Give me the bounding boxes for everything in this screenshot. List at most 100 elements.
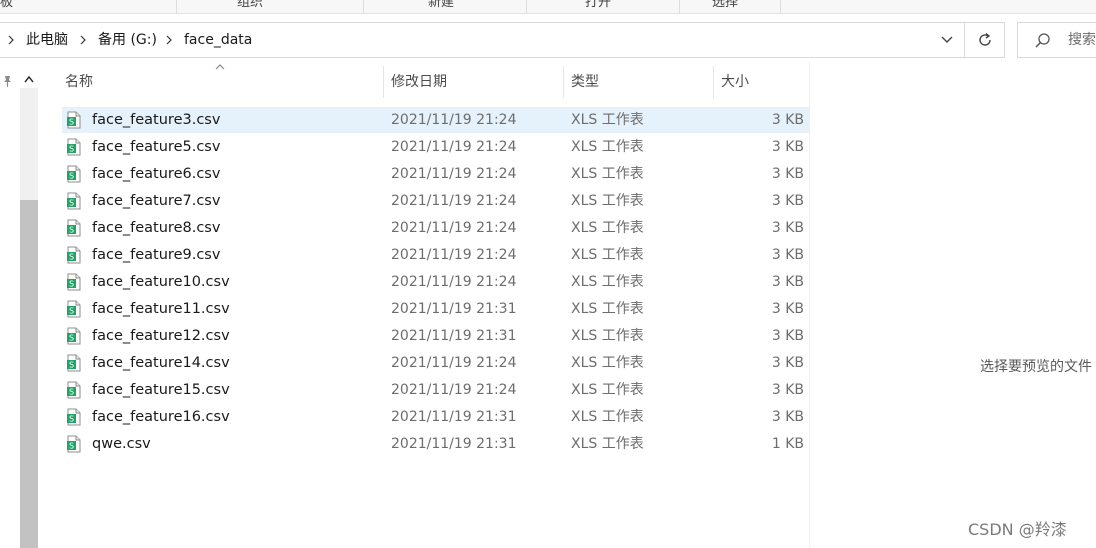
file-size: 3 KB <box>771 220 804 236</box>
ribbon-item-select[interactable]: 选择 <box>712 0 738 12</box>
file-size: 3 KB <box>771 139 804 155</box>
file-row[interactable]: Sface_feature3.csv 2021/11/19 21:24 XLS 工作… <box>62 107 810 133</box>
file-type: XLS 工作表 <box>571 166 644 182</box>
file-modified-date: 2021/11/19 21:31 <box>391 409 517 425</box>
svg-text:S: S <box>69 442 74 451</box>
column-header-name[interactable]: 名称 <box>65 62 383 98</box>
csv-spreadsheet-icon: S <box>66 165 82 183</box>
file-name: face_feature10.csv <box>92 274 230 290</box>
file-row[interactable]: Sface_feature8.csv 2021/11/19 21:24 XLS 工作… <box>62 215 810 241</box>
svg-text:S: S <box>69 388 74 397</box>
file-row[interactable]: Sface_feature6.csv 2021/11/19 21:24 XLS 工作… <box>62 161 810 187</box>
file-size: 3 KB <box>771 247 804 263</box>
ribbon-divider <box>679 0 680 13</box>
file-name: face_feature12.csv <box>92 328 230 344</box>
file-modified-date: 2021/11/19 21:24 <box>391 274 517 290</box>
column-header-size[interactable]: 大小 <box>721 62 807 98</box>
ribbon-item-board[interactable]: 板 <box>0 0 13 12</box>
file-row[interactable]: Sface_feature11.csv 2021/11/19 21:31 XLS 工… <box>62 296 810 322</box>
file-row[interactable]: Sface_feature12.csv 2021/11/19 21:31 XLS 工… <box>62 323 810 349</box>
column-divider[interactable] <box>383 66 384 98</box>
navigation-pane <box>0 62 40 548</box>
column-divider[interactable] <box>563 66 564 98</box>
scroll-up-button[interactable] <box>20 70 38 88</box>
file-type: XLS 工作表 <box>571 112 644 128</box>
file-type: XLS 工作表 <box>571 247 644 263</box>
file-type: XLS 工作表 <box>571 409 644 425</box>
file-modified-date: 2021/11/19 21:24 <box>391 382 517 398</box>
svg-text:S: S <box>69 280 74 289</box>
file-name: face_feature11.csv <box>92 301 230 317</box>
svg-text:S: S <box>69 172 74 181</box>
file-row[interactable]: Sface_feature7.csv 2021/11/19 21:24 XLS 工作… <box>62 188 810 214</box>
file-size: 3 KB <box>771 193 804 209</box>
csv-spreadsheet-icon: S <box>66 138 82 156</box>
column-divider[interactable] <box>713 66 714 98</box>
svg-text:S: S <box>69 226 74 235</box>
watermark: CSDN @羚漆 <box>968 520 1067 539</box>
ribbon-item-organize[interactable]: 组织 <box>237 0 263 12</box>
breadcrumb-face-data[interactable]: face_data <box>184 31 252 49</box>
file-row[interactable]: Sface_feature15.csv 2021/11/19 21:24 XLS 工… <box>62 377 810 403</box>
csv-spreadsheet-icon: S <box>66 435 82 453</box>
file-type: XLS 工作表 <box>571 301 644 317</box>
file-name: face_feature15.csv <box>92 382 230 398</box>
file-modified-date: 2021/11/19 21:24 <box>391 247 517 263</box>
file-row[interactable]: Sface_feature10.csv 2021/11/19 21:24 XLS 工… <box>62 269 810 295</box>
file-type: XLS 工作表 <box>571 436 644 452</box>
csv-spreadsheet-icon: S <box>66 192 82 210</box>
ribbon: 板 组织 新建 打开 选择 <box>0 0 1096 14</box>
ribbon-divider <box>526 0 527 13</box>
chevron-right-icon[interactable] <box>76 32 90 48</box>
pin-icon[interactable] <box>1 74 13 88</box>
file-type: XLS 工作表 <box>571 274 644 290</box>
address-bar[interactable]: 此电脑 备用 (G:) face_data <box>0 22 1005 58</box>
file-type: XLS 工作表 <box>571 355 644 371</box>
csv-spreadsheet-icon: S <box>66 273 82 291</box>
ribbon-divider <box>780 0 781 13</box>
csv-spreadsheet-icon: S <box>66 381 82 399</box>
chevron-right-icon[interactable] <box>162 32 176 48</box>
chevron-down-icon <box>941 36 953 43</box>
ribbon-item-open[interactable]: 打开 <box>585 0 611 12</box>
file-row[interactable]: Sface_feature16.csv 2021/11/19 21:31 XLS 工… <box>62 404 810 430</box>
file-row[interactable]: Sface_feature14.csv 2021/11/19 21:24 XLS 工… <box>62 350 810 376</box>
breadcrumb-drive-g[interactable]: 备用 (G:) <box>98 31 157 49</box>
file-row[interactable]: Sface_feature5.csv 2021/11/19 21:24 XLS 工作… <box>62 134 810 160</box>
csv-spreadsheet-icon: S <box>66 354 82 372</box>
scrollbar-thumb[interactable] <box>20 200 38 548</box>
preview-pane: 选择要预览的文件 CSDN @羚漆 <box>811 62 1096 548</box>
file-row[interactable]: Sface_feature9.csv 2021/11/19 21:24 XLS 工作… <box>62 242 810 268</box>
file-name: face_feature3.csv <box>92 112 221 128</box>
address-history-dropdown[interactable] <box>930 23 964 57</box>
chevron-right-icon[interactable] <box>4 32 18 48</box>
csv-spreadsheet-icon: S <box>66 300 82 318</box>
svg-text:S: S <box>69 361 74 370</box>
svg-text:S: S <box>69 145 74 154</box>
file-modified-date: 2021/11/19 21:24 <box>391 139 517 155</box>
file-modified-date: 2021/11/19 21:31 <box>391 328 517 344</box>
file-name: face_feature5.csv <box>92 139 221 155</box>
preview-message: 选择要预览的文件 <box>980 359 1092 375</box>
file-type: XLS 工作表 <box>571 193 644 209</box>
svg-text:S: S <box>69 415 74 424</box>
file-size: 3 KB <box>771 409 804 425</box>
file-name: face_feature7.csv <box>92 193 221 209</box>
breadcrumb-this-pc[interactable]: 此电脑 <box>26 31 68 49</box>
file-name: face_feature6.csv <box>92 166 221 182</box>
ribbon-divider <box>176 0 177 13</box>
ribbon-item-new[interactable]: 新建 <box>428 0 454 12</box>
search-input[interactable]: 搜索 <box>1017 22 1096 58</box>
file-size: 3 KB <box>771 274 804 290</box>
file-name: face_feature9.csv <box>92 247 221 263</box>
refresh-button[interactable] <box>964 23 1004 57</box>
file-size: 3 KB <box>771 301 804 317</box>
column-header-type[interactable]: 类型 <box>571 62 713 98</box>
csv-spreadsheet-icon: S <box>66 327 82 345</box>
file-name: qwe.csv <box>92 436 151 452</box>
file-row[interactable]: Sqwe.csv 2021/11/19 21:31 XLS 工作表 1 KB <box>62 431 810 457</box>
column-header-date[interactable]: 修改日期 <box>391 62 563 98</box>
svg-text:S: S <box>69 118 74 127</box>
svg-text:S: S <box>69 253 74 262</box>
file-name: face_feature14.csv <box>92 355 230 371</box>
